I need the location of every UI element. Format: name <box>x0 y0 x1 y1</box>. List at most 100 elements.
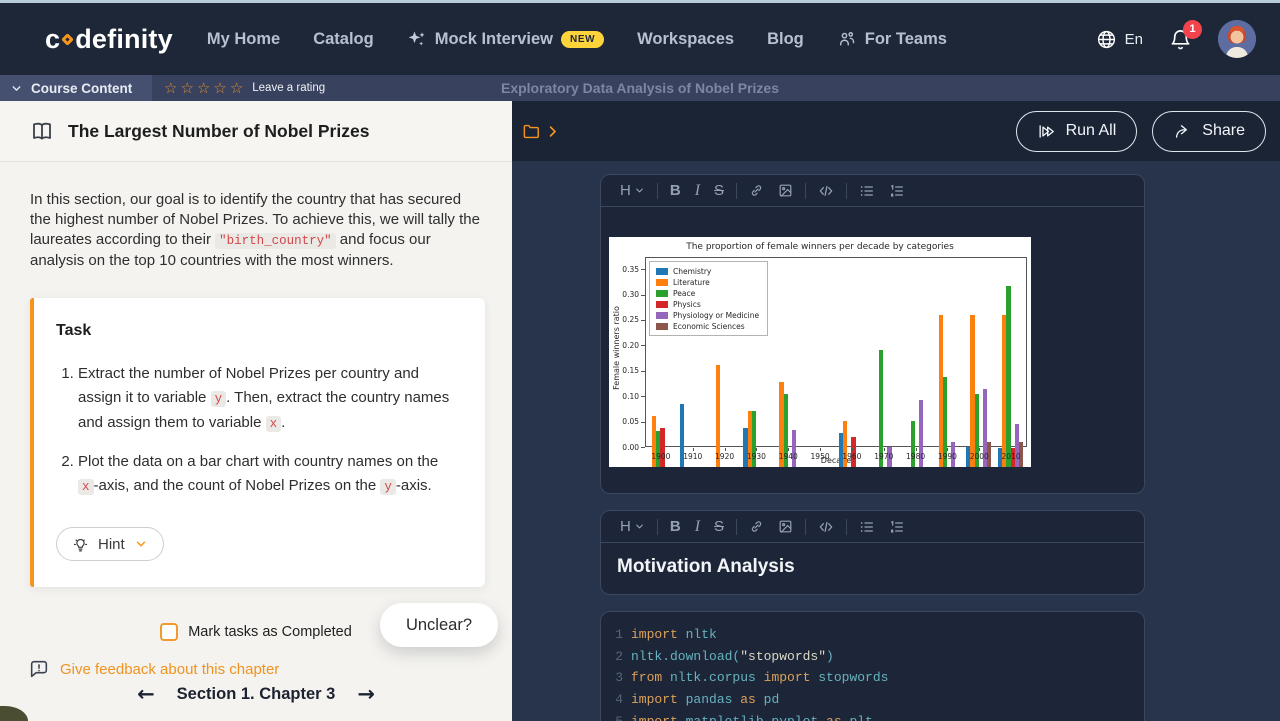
nav-item-label: For Teams <box>865 30 947 49</box>
code-line: 5import matplotlib.pyplot as plt <box>601 710 1144 721</box>
chart-bar-group <box>836 277 868 467</box>
language-label: En <box>1125 31 1143 48</box>
star-icon[interactable]: ☆ <box>197 79 213 97</box>
numbered-list-button[interactable] <box>882 519 912 535</box>
heading-icon: H <box>620 182 631 199</box>
run-all-button[interactable]: Run All <box>1016 111 1138 152</box>
plant-decoration <box>0 706 28 721</box>
feedback-bubble-icon <box>28 658 50 680</box>
rating-stars[interactable]: ☆☆☆☆☆ <box>164 81 246 96</box>
hint-button[interactable]: Hint <box>56 527 164 561</box>
legend-label: Chemistry <box>673 267 711 276</box>
star-icon[interactable]: ☆ <box>230 79 246 97</box>
new-badge: NEW <box>561 31 604 48</box>
y-tick-label: 0.10 <box>609 392 639 401</box>
legend-swatch <box>656 268 668 275</box>
toolbar-separator <box>736 519 737 535</box>
y-tick-mark <box>641 269 645 270</box>
chart-bar-group <box>772 277 804 467</box>
markdown-cell-content[interactable]: The proportion of female winners per dec… <box>601 207 1144 493</box>
x-tick-mark <box>916 448 917 451</box>
top-navbar: c definity My Home Catalog Mock Intervie… <box>0 0 1280 75</box>
task-item: Extract the number of Nobel Prizes per c… <box>78 362 459 436</box>
chevron-right-icon <box>545 124 560 139</box>
star-icon[interactable]: ☆ <box>164 79 180 97</box>
nav-item-mock-interview[interactable]: Mock Interview NEW <box>407 29 604 49</box>
line-number: 2 <box>607 649 623 664</box>
bullet-list-icon <box>859 183 875 199</box>
x-tick-mark <box>852 448 853 451</box>
nav-item-catalog[interactable]: Catalog <box>313 30 374 49</box>
avatar[interactable] <box>1218 20 1256 58</box>
task-list: Extract the number of Nobel Prizes per c… <box>56 362 459 499</box>
codefinity-logo[interactable]: c definity <box>45 24 173 55</box>
task-card: Task Extract the number of Nobel Prizes … <box>30 298 485 587</box>
star-icon[interactable]: ☆ <box>213 79 229 97</box>
markdown-heading[interactable]: Motivation Analysis <box>601 543 1144 594</box>
link-button[interactable] <box>742 183 771 198</box>
notifications-button[interactable]: 1 <box>1169 28 1192 51</box>
female-winners-chart: The proportion of female winners per dec… <box>609 237 1031 467</box>
prev-chapter-arrow[interactable]: ← <box>137 684 155 705</box>
legend-label: Physiology or Medicine <box>673 311 759 320</box>
nav-item-for-teams[interactable]: For Teams <box>837 29 947 49</box>
code-cell[interactable]: 1import nltk2nltk.download("stopwords")3… <box>600 611 1145 721</box>
legend-entry: Literature <box>656 277 759 288</box>
image-icon <box>778 183 793 198</box>
image-button[interactable] <box>771 183 800 198</box>
link-button[interactable] <box>742 519 771 534</box>
x-tick-mark <box>725 448 726 451</box>
numbered-list-button[interactable] <box>882 183 912 199</box>
feedback-link[interactable]: Give feedback about this chapter <box>28 658 482 680</box>
people-icon <box>837 29 857 49</box>
toolbar-separator <box>736 183 737 199</box>
unclear-button[interactable]: Unclear? <box>380 603 498 647</box>
bold-button[interactable]: B <box>663 182 688 199</box>
share-label: Share <box>1202 122 1245 140</box>
leave-rating-label: Leave a rating <box>252 82 325 94</box>
link-icon <box>749 519 764 534</box>
italic-button[interactable]: I <box>688 518 707 536</box>
chapter-pagination: ← Section 1. Chapter 3 → <box>0 684 512 705</box>
code-button[interactable] <box>811 519 841 535</box>
inline-code: y <box>380 479 396 495</box>
star-icon[interactable]: ☆ <box>180 79 196 97</box>
file-tree-toggle[interactable] <box>522 122 560 141</box>
y-tick-label: 0.00 <box>609 443 639 452</box>
chart-bar-group <box>963 277 995 467</box>
book-icon <box>30 119 54 143</box>
legend-swatch <box>656 301 668 308</box>
mark-completed-checkbox[interactable] <box>160 623 178 641</box>
heading-button[interactable]: H <box>613 518 652 535</box>
feedback-label: Give feedback about this chapter <box>60 661 279 678</box>
italic-button[interactable]: I <box>688 182 707 200</box>
bullet-list-button[interactable] <box>852 519 882 535</box>
course-content-toggle[interactable]: Course Content <box>0 75 152 101</box>
legend-entry: Economic Sciences <box>656 321 759 332</box>
code-button[interactable] <box>811 183 841 199</box>
code-line: 4import pandas as pd <box>601 689 1144 711</box>
navbar-right: En 1 <box>1096 20 1256 58</box>
next-chapter-arrow[interactable]: → <box>357 684 375 705</box>
nav-item-blog[interactable]: Blog <box>767 30 804 49</box>
line-number: 4 <box>607 692 623 707</box>
share-button[interactable]: Share <box>1152 111 1266 152</box>
legend-entry: Chemistry <box>656 266 759 277</box>
nav-item-my-home[interactable]: My Home <box>207 30 280 49</box>
heading-button[interactable]: H <box>613 182 652 199</box>
code-line: 3from nltk.corpus import stopwords <box>601 667 1144 689</box>
logo-text-prefix: c <box>45 24 60 55</box>
toolbar-separator <box>657 183 658 199</box>
bold-button[interactable]: B <box>663 518 688 535</box>
strikethrough-button[interactable]: S <box>707 518 731 535</box>
strikethrough-button[interactable]: S <box>707 182 731 199</box>
chart-bar <box>1006 286 1010 467</box>
legend-entry: Peace <box>656 288 759 299</box>
language-selector[interactable]: En <box>1096 29 1143 50</box>
course-bar: Course Content ☆☆☆☆☆ Leave a rating Expl… <box>0 75 1280 101</box>
image-button[interactable] <box>771 519 800 534</box>
bullet-list-button[interactable] <box>852 183 882 199</box>
nav-item-workspaces[interactable]: Workspaces <box>637 30 734 49</box>
chart-bar-group <box>931 277 963 467</box>
lightbulb-icon <box>72 536 89 553</box>
